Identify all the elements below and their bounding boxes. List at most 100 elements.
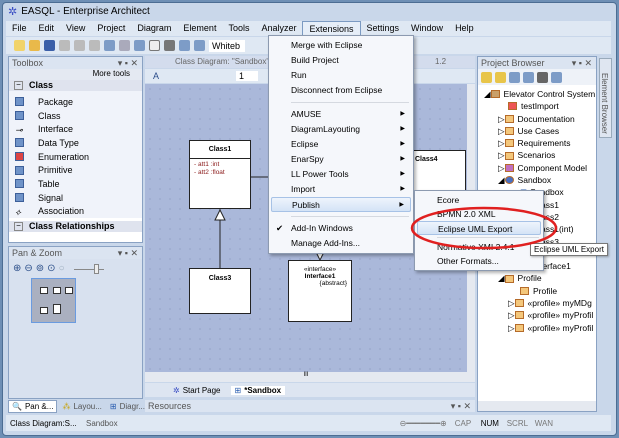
toolbox-item-signal[interactable]: Signal <box>9 191 142 205</box>
tree-item[interactable]: ◢ Elevator Control System <box>478 88 596 100</box>
element-browser-tab[interactable]: Element Browser <box>599 58 612 138</box>
zoom-in-icon[interactable]: ⊕ <box>13 263 21 274</box>
menu-item-run[interactable]: Run <box>271 68 411 83</box>
undo-icon[interactable] <box>104 40 115 51</box>
tab-layout[interactable]: ⁂ Layou... <box>59 400 104 413</box>
horizontal-scrollbar[interactable]: III <box>145 372 467 382</box>
toolbox-item-class[interactable]: Class <box>9 109 142 123</box>
toolbox-item-enumeration[interactable]: Enumeration <box>9 150 142 164</box>
zoom-100-icon[interactable]: ⊙ <box>47 263 55 274</box>
menu-file[interactable]: File <box>6 21 33 36</box>
menu-edit[interactable]: Edit <box>33 21 61 36</box>
menu-item-diagramlayouting[interactable]: DiagramLayouting ▶ <box>271 122 411 137</box>
tree-item[interactable]: ▷ «profile» myProfil <box>478 322 596 334</box>
zoom-icon[interactable] <box>194 40 205 51</box>
toolbox-item-datatype[interactable]: Data Type <box>9 136 142 150</box>
menu-analyzer[interactable]: Analyzer <box>255 21 302 36</box>
menu-view[interactable]: View <box>60 21 91 36</box>
toolbox-item-primitive[interactable]: Primitive <box>9 163 142 177</box>
menu-item-ll-power-tools[interactable]: LL Power Tools ▶ <box>271 167 411 182</box>
new-element-icon[interactable] <box>509 72 520 83</box>
browser-hscrollbar[interactable] <box>478 401 596 411</box>
tree-item[interactable]: ▷ «profile» myMDg <box>478 297 596 309</box>
menu-item-add-in-windows[interactable]: ✔ Add-In Windows <box>271 221 411 236</box>
tab-start-page[interactable]: ✲ Start Page <box>173 386 221 395</box>
document-icon[interactable] <box>149 40 160 51</box>
new-icon[interactable] <box>14 40 25 51</box>
workspace-combo[interactable]: Whiteb <box>209 39 245 52</box>
find-icon[interactable] <box>537 72 548 83</box>
more-tools-button[interactable]: More tools <box>9 69 142 80</box>
tree-item[interactable]: ◢ Profile <box>478 272 596 284</box>
font-icon[interactable]: A <box>153 71 159 81</box>
status-zoom-slider[interactable]: ⊖━━━━━━━⊕ <box>400 419 447 428</box>
tab-pan-zoom[interactable]: 🔍 Pan &... <box>8 400 58 413</box>
docs-icon[interactable] <box>551 72 562 83</box>
menu-item-publish[interactable]: Publish ▶ <box>271 197 411 212</box>
toolbox-item-interface[interactable]: ⊸ Interface <box>9 122 142 136</box>
menu-tools[interactable]: Tools <box>222 21 255 36</box>
tab-label: Start Page <box>182 385 221 395</box>
menu-diagram[interactable]: Diagram <box>131 21 177 36</box>
tree-item[interactable]: ▷ Use Cases <box>478 125 596 137</box>
close-icon[interactable]: ▾ ▪ ✕ <box>451 400 471 412</box>
font-size-combo[interactable]: 1 <box>236 71 259 81</box>
menu-item-enarspy[interactable]: EnarSpy ▶ <box>271 152 411 167</box>
menu-item-other-formats[interactable]: Other Formats... <box>417 254 541 268</box>
menu-item-merge-with-eclipse[interactable]: Merge with Eclipse <box>271 38 411 53</box>
menu-project[interactable]: Project <box>91 21 131 36</box>
copy-icon[interactable] <box>74 40 85 51</box>
toolbox-item-package[interactable]: Package <box>9 95 142 109</box>
print-icon[interactable] <box>164 40 175 51</box>
diagram-thumbnail[interactable] <box>31 278 76 323</box>
zoom-fit-icon[interactable]: ⊚ <box>36 263 44 274</box>
class3-element[interactable]: Class3 <box>189 268 251 314</box>
menu-item-amuse[interactable]: AMUSE ▶ <box>271 107 411 122</box>
menu-item-build-project[interactable]: Build Project <box>271 53 411 68</box>
menu-help[interactable]: Help <box>449 21 480 36</box>
zoom-slider[interactable] <box>73 263 104 274</box>
interface1-element[interactable]: «interface» Interface1 {abstract} <box>288 260 352 322</box>
menu-item-import[interactable]: Import ▶ <box>271 182 411 197</box>
new-diagram-icon[interactable] <box>495 72 506 83</box>
open-icon[interactable] <box>29 40 40 51</box>
properties-icon[interactable] <box>523 72 534 83</box>
tree-item[interactable]: ▷ Component Model <box>478 162 596 174</box>
tree-item[interactable]: Profile <box>478 285 596 297</box>
zoom-reset-icon[interactable]: ○ <box>59 263 65 274</box>
menu-separator <box>291 102 409 103</box>
scroll-thumb[interactable]: III <box>303 372 308 378</box>
paste-icon[interactable] <box>89 40 100 51</box>
tree-item[interactable]: testImport <box>478 100 596 112</box>
zoom-out-icon[interactable]: ⊖ <box>24 263 32 274</box>
search-icon[interactable] <box>179 40 190 51</box>
tab-sandbox[interactable]: ⊞ *Sandbox <box>230 385 286 395</box>
cut-icon[interactable] <box>59 40 70 51</box>
redo-icon[interactable] <box>119 40 130 51</box>
tab-diagram[interactable]: ⊞ Diagr... <box>107 400 148 413</box>
toolbox-item-association[interactable]: ⟡ Association <box>9 205 142 219</box>
find-icon[interactable] <box>134 40 145 51</box>
menu-element[interactable]: Element <box>177 21 222 36</box>
menu-item-eclipse[interactable]: Eclipse ▶ <box>271 137 411 152</box>
tree-item[interactable]: ▷ «profile» myProfil <box>478 309 596 321</box>
tree-item[interactable]: ▷ Documentation <box>478 113 596 125</box>
tree-item[interactable]: ▷ Requirements <box>478 137 596 149</box>
close-icon[interactable]: ▾ ▪ ✕ <box>572 57 592 69</box>
toolbox-section-class[interactable]: Class <box>9 80 142 91</box>
menu-settings[interactable]: Settings <box>361 21 406 36</box>
new-package-icon[interactable] <box>481 72 492 83</box>
menu-item-disconnect[interactable]: Disconnect from Eclipse <box>271 83 411 98</box>
close-icon[interactable]: ▾ ▪ ✕ <box>118 247 138 259</box>
toolbox-item-table[interactable]: Table <box>9 177 142 191</box>
class1-element[interactable]: Class1 - att1 :int - att2 :float <box>189 140 251 209</box>
tree-item[interactable]: ▷ Scenarios <box>478 149 596 161</box>
close-icon[interactable]: ▾ ▪ ✕ <box>118 57 138 69</box>
magnifier-icon: 🔍 <box>12 402 22 411</box>
toolbox-section-class-relationships[interactable]: Class Relationships <box>9 221 142 233</box>
tree-item[interactable]: ◢ Sandbox <box>478 174 596 186</box>
menu-item-manage-add-ins[interactable]: Manage Add-Ins... <box>271 236 411 251</box>
menu-window[interactable]: Window <box>405 21 449 36</box>
save-icon[interactable] <box>44 40 55 51</box>
menu-extensions[interactable]: Extensions <box>302 21 361 36</box>
